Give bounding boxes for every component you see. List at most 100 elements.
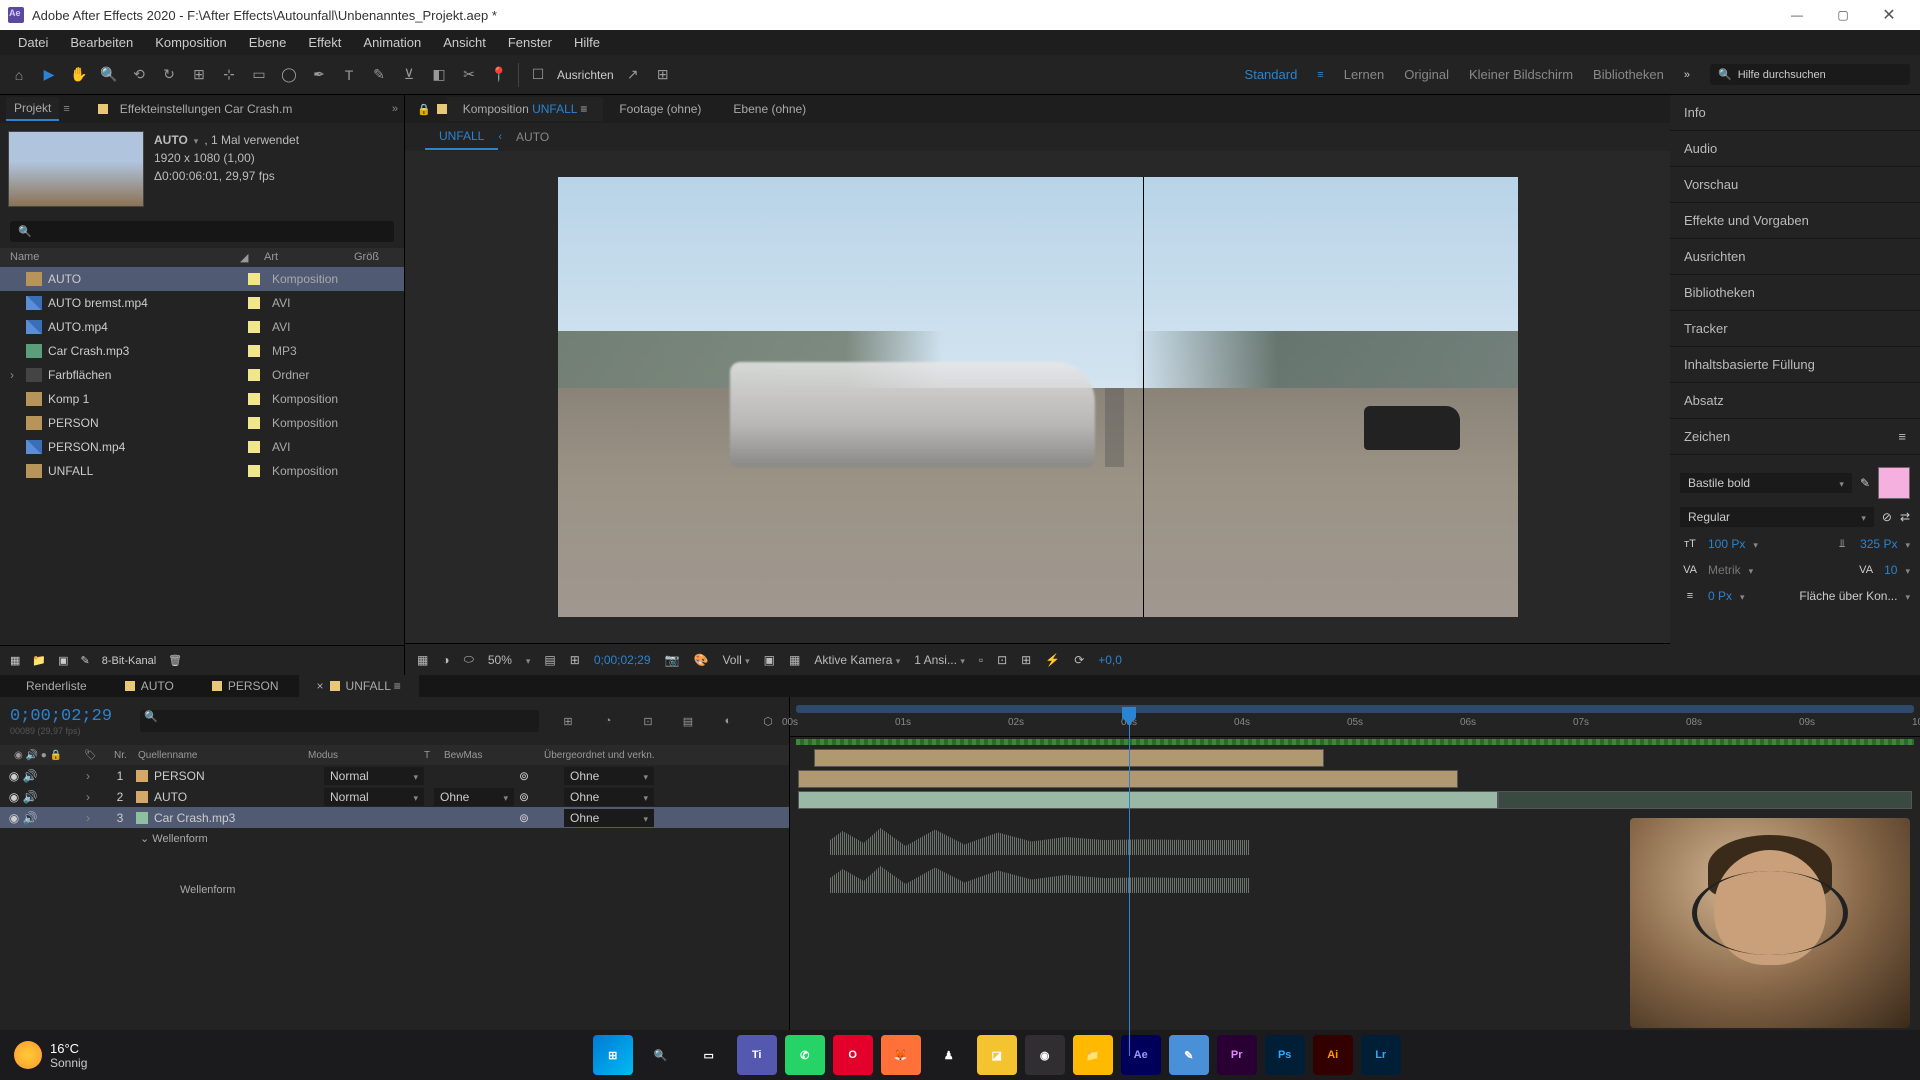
panel-ausrichten[interactable]: Ausrichten: [1670, 239, 1920, 275]
tl-graph-icon[interactable]: ⬡: [757, 710, 779, 732]
tl-mb-icon[interactable]: ◐: [717, 710, 739, 732]
search-taskbar-icon[interactable]: 🔍: [641, 1035, 681, 1075]
tl-fx-icon[interactable]: ⊡: [637, 710, 659, 732]
zoom-value[interactable]: 50%: [488, 653, 512, 667]
project-item[interactable]: AUTO bremst.mp4AVI: [0, 291, 404, 315]
panel-menu-icon[interactable]: ≡: [1898, 429, 1906, 444]
tab-footage[interactable]: Footage (ohne): [603, 97, 717, 121]
snapshot-icon[interactable]: 📷: [665, 653, 680, 667]
timecode-display[interactable]: 0;00;02;29: [594, 653, 651, 667]
current-timecode[interactable]: 0;00;02;29: [10, 707, 112, 726]
pen-tool-icon[interactable]: ✒: [308, 64, 330, 86]
maximize-button[interactable]: ▢: [1820, 0, 1866, 30]
resolution-select[interactable]: Voll: [722, 653, 749, 667]
premiere-icon[interactable]: Pr: [1217, 1035, 1257, 1075]
font-style-select[interactable]: Regular: [1680, 507, 1874, 527]
aftereffects-icon[interactable]: Ae: [1121, 1035, 1161, 1075]
project-item[interactable]: PERSON.mp4AVI: [0, 435, 404, 459]
tracking-value[interactable]: 10: [1884, 563, 1897, 577]
menu-ansicht[interactable]: Ansicht: [433, 32, 496, 53]
project-item[interactable]: ›FarbflächenOrdner: [0, 363, 404, 387]
font-family-select[interactable]: Bastile bold: [1680, 473, 1852, 493]
wellenform-toggle[interactable]: ⌄ Wellenform: [0, 828, 789, 849]
workspace-lernen[interactable]: Lernen: [1344, 67, 1384, 82]
project-item[interactable]: Car Crash.mp3MP3: [0, 339, 404, 363]
panel-inhaltsbasiert[interactable]: Inhaltsbasierte Füllung: [1670, 347, 1920, 383]
rect-tool-icon[interactable]: ▭: [248, 64, 270, 86]
col-size[interactable]: Größ: [354, 251, 379, 264]
flow-auto[interactable]: AUTO: [502, 125, 563, 149]
tab-projekt-menu-icon[interactable]: ≡: [63, 103, 69, 115]
tl-shy-icon[interactable]: ◔: [597, 710, 619, 732]
menu-hilfe[interactable]: Hilfe: [564, 32, 610, 53]
app2-icon[interactable]: ◪: [977, 1035, 1017, 1075]
anchor-tool-icon[interactable]: ⊹: [218, 64, 240, 86]
asset-dropdown-icon[interactable]: [194, 131, 199, 149]
tl-comp-icon[interactable]: ⊞: [557, 710, 579, 732]
col-name[interactable]: Name: [10, 251, 240, 264]
tab-effekteinstellungen[interactable]: Effekteinstellungen Car Crash.m: [112, 98, 301, 120]
teams-icon[interactable]: Ti: [737, 1035, 777, 1075]
project-item[interactable]: UNFALLKomposition: [0, 459, 404, 483]
snap-opt-icon[interactable]: ↗: [622, 64, 644, 86]
layer-row[interactable]: ◉🔊›2AUTONormalOhne⊚Ohne: [0, 786, 789, 807]
firefox-icon[interactable]: 🦊: [881, 1035, 921, 1075]
time-ruler[interactable]: 00s01s02s03s04s05s06s07s08s09s10s: [790, 697, 1920, 737]
hand-tool-icon[interactable]: ✋: [68, 64, 90, 86]
zoom-tool-icon[interactable]: 🔍: [98, 64, 120, 86]
project-search[interactable]: 🔍: [10, 221, 394, 242]
col-type[interactable]: Art: [264, 251, 354, 264]
workspace-original[interactable]: Original: [1404, 67, 1449, 82]
clip-carcrash[interactable]: [798, 791, 1498, 809]
menu-komposition[interactable]: Komposition: [145, 32, 237, 53]
menu-ebene[interactable]: Ebene: [239, 32, 297, 53]
exposure-value[interactable]: +0,0: [1098, 653, 1122, 667]
camera-tool-icon[interactable]: ⊞: [188, 64, 210, 86]
zoom-dropdown-icon[interactable]: [526, 653, 531, 667]
menu-bearbeiten[interactable]: Bearbeiten: [60, 32, 143, 53]
obs-icon[interactable]: ◉: [1025, 1035, 1065, 1075]
menu-datei[interactable]: Datei: [8, 32, 58, 53]
channel-icon[interactable]: ◑: [442, 653, 449, 667]
snap-grid-icon[interactable]: ⊞: [652, 64, 674, 86]
project-item[interactable]: PERSONKomposition: [0, 411, 404, 435]
asset-thumbnail[interactable]: [8, 131, 144, 207]
project-item[interactable]: AUTOKomposition: [0, 267, 404, 291]
eyedropper-icon[interactable]: ✎: [1860, 476, 1870, 490]
views-select[interactable]: 1 Ansi...: [914, 653, 965, 667]
panel-tracker[interactable]: Tracker: [1670, 311, 1920, 347]
figure-icon[interactable]: ♟: [929, 1035, 969, 1075]
mask-icon[interactable]: ⬭: [464, 652, 474, 667]
work-area-bar[interactable]: [796, 705, 1914, 713]
timeline-tab[interactable]: Renderliste: [8, 675, 105, 697]
snap-checkbox[interactable]: ☐: [527, 64, 549, 86]
taskview-icon[interactable]: ▭: [689, 1035, 729, 1075]
tab-ebene[interactable]: Ebene (ohne): [717, 97, 822, 121]
new-folder-icon[interactable]: 📁: [32, 654, 46, 667]
camera-select[interactable]: Aktive Kamera: [814, 653, 900, 667]
brush-tool-icon[interactable]: ✎: [368, 64, 390, 86]
roi-icon[interactable]: ▣: [764, 653, 775, 667]
tl-frameblend-icon[interactable]: ▤: [677, 710, 699, 732]
fill-color-swatch[interactable]: [1878, 467, 1910, 499]
explorer-icon[interactable]: 📁: [1073, 1035, 1113, 1075]
playhead[interactable]: [1129, 707, 1130, 1056]
panel-vorschau[interactable]: Vorschau: [1670, 167, 1920, 203]
transparency-icon[interactable]: ▦: [789, 653, 800, 667]
leading-value[interactable]: 325 Px: [1860, 537, 1897, 551]
illustrator-icon[interactable]: Ai: [1313, 1035, 1353, 1075]
bpc-toggle[interactable]: 8-Bit-Kanal: [102, 655, 156, 667]
view2-icon[interactable]: ⊡: [997, 653, 1007, 667]
menu-effekt[interactable]: Effekt: [298, 32, 351, 53]
tab-komposition[interactable]: Komposition UNFALL ≡: [447, 97, 604, 121]
swap-icon[interactable]: ⇄: [1900, 510, 1910, 524]
panel-effekte[interactable]: Effekte und Vorgaben: [1670, 203, 1920, 239]
weather-widget[interactable]: 16°C Sonnig: [14, 1041, 87, 1070]
timeline-search[interactable]: 🔍: [140, 710, 539, 732]
workspace-menu-icon[interactable]: ≡: [1317, 69, 1323, 81]
stroke-value[interactable]: 0 Px: [1708, 589, 1732, 603]
menu-fenster[interactable]: Fenster: [498, 32, 562, 53]
draft-icon[interactable]: ⚡: [1045, 653, 1060, 667]
layer-row[interactable]: ◉🔊›3Car Crash.mp3⊚Ohne: [0, 807, 789, 828]
fontsize-value[interactable]: 100 Px: [1708, 537, 1745, 551]
